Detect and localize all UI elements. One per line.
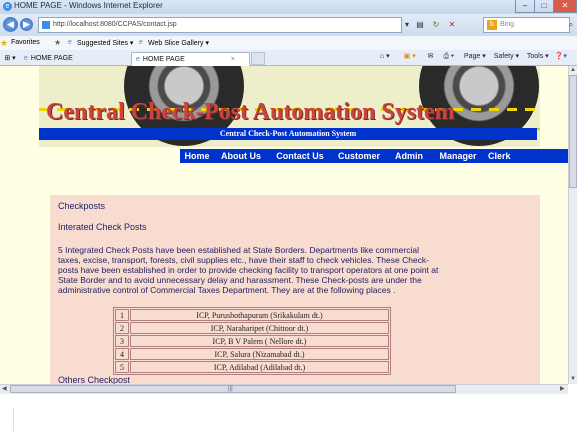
row-name: ICP, Adilabad (Adilabad dt.) (130, 361, 389, 373)
favorites-button[interactable]: Favorites (11, 39, 40, 46)
row-number: 1 (115, 309, 129, 321)
scroll-right-icon[interactable]: ▶ (560, 385, 565, 392)
compatibility-view-icon[interactable]: ▤ (415, 19, 425, 30)
search-icon[interactable]: ⌕ (566, 19, 576, 30)
back-button[interactable]: ◀ (3, 17, 18, 32)
star-icon: ★ (0, 38, 9, 48)
ie-page-icon: e (139, 39, 143, 46)
row-name: ICP, Naraharipet (Chittoor dt.) (130, 322, 389, 334)
scroll-down-icon[interactable]: ▼ (570, 376, 576, 382)
nav-home[interactable]: Home (180, 149, 214, 163)
nav-customer[interactable]: Customer (334, 149, 384, 163)
tab-label: HOME PAGE (142, 56, 185, 63)
stop-icon[interactable]: ✕ (446, 19, 458, 30)
nav-manager[interactable]: Manager (433, 149, 483, 163)
row-number: 5 (115, 361, 129, 373)
help-icon[interactable]: ❓▾ (555, 53, 567, 60)
search-input[interactable]: b Bing (483, 17, 570, 33)
scroll-left-icon[interactable]: ◀ (2, 385, 7, 392)
site-subtitle-bar: Central Check-Post Automation System (39, 128, 537, 140)
horizontal-scroll-thumb[interactable]: ||| (10, 385, 456, 393)
maximize-button[interactable]: □ (534, 0, 554, 13)
home-icon[interactable]: ⌂ ▾ (380, 53, 390, 60)
title-bar: e HOME PAGE - Windows Internet Explorer (0, 0, 577, 14)
text-cursor (13, 407, 14, 431)
address-input[interactable]: http://localhost:8080/CCPAS/contact.jsp (38, 17, 402, 33)
nav-about-us[interactable]: About Us (216, 149, 266, 163)
banner-title: Central Check-Post Automation System (46, 99, 455, 125)
dropdown-arrow-icon[interactable]: ▾ (402, 19, 412, 30)
tab-home-page-1[interactable]: e HOME PAGE (24, 52, 118, 65)
page-menu[interactable]: Page ▾ (464, 53, 486, 60)
table-row: 5 ICP, Adilabad (Adilabad dt.) (115, 361, 389, 373)
safety-menu[interactable]: Safety ▾ (494, 53, 519, 60)
nav-clerk[interactable]: Clerk (486, 149, 518, 163)
quick-tabs-icon[interactable]: ⊞ ▾ (2, 52, 18, 65)
nav-contact-us[interactable]: Contact Us (268, 149, 332, 163)
row-name: ICP, B V Palem ( Nellore dt.) (130, 335, 389, 347)
minimize-button[interactable]: – (515, 0, 535, 13)
row-number: 2 (115, 322, 129, 334)
ie-page-icon: e (68, 39, 72, 46)
table-row: 2 ICP, Naraharipet (Chittoor dt.) (115, 322, 389, 334)
icp-table: 1 ICP, Purushothapuram (Srikakulam dt.) 2… (113, 307, 391, 375)
table-row: 4 ICP, Salura (Nizamabad dt.) (115, 348, 389, 360)
feeds-icon[interactable]: ▣ ▾ (404, 53, 416, 60)
content-subheading: Interated Check Posts (58, 222, 147, 232)
row-name: ICP, Purushothapuram (Srikakulam dt.) (130, 309, 389, 321)
nav-admin[interactable]: Admin (387, 149, 431, 163)
url-text: http://localhost:8080/CCPAS/contact.jsp (53, 21, 177, 28)
scroll-up-icon[interactable]: ▲ (570, 67, 576, 73)
table-row: 3 ICP, B V Palem ( Nellore dt.) (115, 335, 389, 347)
tab-home-page-2[interactable]: e HOME PAGE × (131, 52, 250, 66)
window-title: HOME PAGE - Windows Internet Explorer (14, 1, 163, 10)
command-bar: ⌂ ▾ ▣ ▾ ✉ ⎙ ▾ Page ▾ Safety ▾ Tools ▾ ❓▾ (380, 52, 567, 61)
add-favorite-icon[interactable]: ★ (54, 38, 61, 47)
new-tab-button[interactable] (251, 52, 265, 65)
mail-icon[interactable]: ✉ (428, 53, 434, 60)
ie-logo-icon: e (3, 2, 12, 11)
tab-label: HOME PAGE (30, 55, 73, 62)
close-tab-icon[interactable]: × (231, 53, 235, 66)
refresh-icon[interactable]: ↻ (430, 19, 442, 30)
row-name: ICP, Salura (Nizamabad dt.) (130, 348, 389, 360)
bing-icon: b (487, 20, 497, 30)
forward-button[interactable]: ▶ (20, 18, 33, 31)
search-placeholder: Bing (500, 21, 515, 28)
row-number: 4 (115, 348, 129, 360)
content-heading: Checkposts (58, 201, 106, 211)
grip-icon: ||| (228, 386, 233, 392)
table-row: 1 ICP, Purushothapuram (Srikakulam dt.) (115, 309, 389, 321)
content-paragraph: 5 Integrated Check Posts have been estab… (58, 245, 439, 295)
web-slice-gallery-link[interactable]: Web Slice Gallery ▾ (148, 39, 209, 47)
page-icon (42, 21, 50, 29)
vertical-scroll-thumb[interactable] (569, 75, 577, 188)
ie-tab-icon: e (136, 56, 140, 63)
close-window-button[interactable]: ✕ (553, 0, 577, 13)
ie-tab-icon: e (24, 55, 28, 62)
tools-menu[interactable]: Tools ▾ (527, 53, 549, 60)
suggested-sites-link[interactable]: Suggested Sites ▾ (77, 39, 133, 47)
row-number: 3 (115, 335, 129, 347)
print-icon[interactable]: ⎙ ▾ (444, 53, 455, 60)
